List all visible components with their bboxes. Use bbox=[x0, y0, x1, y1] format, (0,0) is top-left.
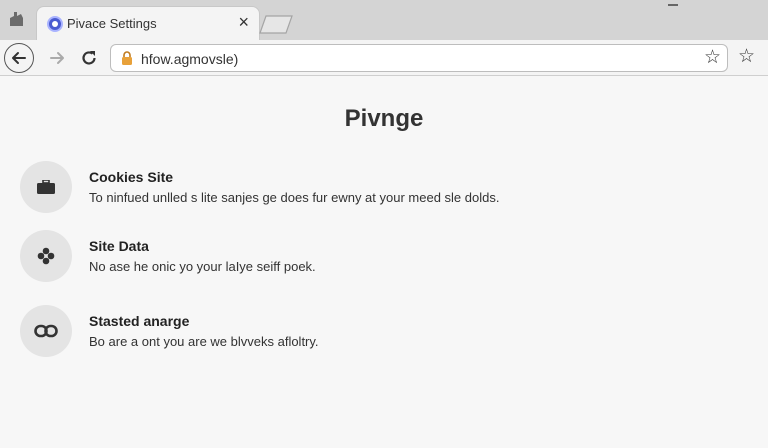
settings-item-title: Cookies Site bbox=[89, 169, 174, 185]
flower-icon bbox=[20, 230, 72, 282]
address-bar[interactable]: hfow.agmovsle) ☆ bbox=[110, 44, 728, 72]
forward-button[interactable] bbox=[42, 43, 72, 73]
tab-title: Pivace Settings bbox=[67, 16, 157, 31]
settings-item-description: No ase he onic yo your laIye seiff poek. bbox=[89, 259, 316, 274]
new-tab-button[interactable] bbox=[258, 14, 294, 34]
page-title: Pivnge bbox=[344, 105, 424, 132]
settings-item-cookies[interactable]: Cookies Site To ninfued unlled s lite sa… bbox=[20, 161, 740, 217]
reload-icon bbox=[82, 51, 96, 65]
settings-item-description: To ninfued unlled s lite sanjes ge does … bbox=[89, 190, 500, 205]
link-icon bbox=[20, 305, 72, 357]
arrow-left-icon bbox=[12, 52, 26, 64]
minimize-icon[interactable] bbox=[668, 0, 678, 6]
browser-toolbar: hfow.agmovsle) ☆ ☆ bbox=[0, 40, 768, 76]
settings-item-description: Bo are a ont you are we blvveks afloltry… bbox=[89, 334, 319, 349]
tab-privacy-settings[interactable]: Pivace Settings × bbox=[36, 6, 260, 40]
settings-page: Pivnge Cookies Site To ninfued unlled s … bbox=[0, 77, 768, 448]
settings-item-title: Site Data bbox=[89, 238, 149, 254]
tab-strip: Pivace Settings × bbox=[0, 0, 768, 40]
briefcase-icon bbox=[20, 161, 72, 213]
back-button[interactable] bbox=[4, 43, 34, 73]
bookmark-star-icon[interactable]: ☆ bbox=[704, 48, 721, 68]
reload-button[interactable] bbox=[74, 43, 104, 73]
app-icon[interactable] bbox=[6, 8, 28, 30]
settings-item-storage[interactable]: Stasted anarge Bo are a ont you are we b… bbox=[20, 305, 740, 361]
arrow-right-icon bbox=[50, 52, 64, 64]
close-icon[interactable]: × bbox=[238, 13, 249, 31]
settings-item-title: Stasted anarge bbox=[89, 313, 190, 329]
url-text: hfow.agmovsle) bbox=[141, 51, 239, 67]
bookmarks-star-icon[interactable]: ☆ bbox=[738, 47, 755, 67]
favicon-icon bbox=[47, 16, 63, 32]
settings-item-site-data[interactable]: Site Data No ase he onic yo your laIye s… bbox=[20, 230, 740, 286]
lock-icon bbox=[122, 51, 132, 65]
